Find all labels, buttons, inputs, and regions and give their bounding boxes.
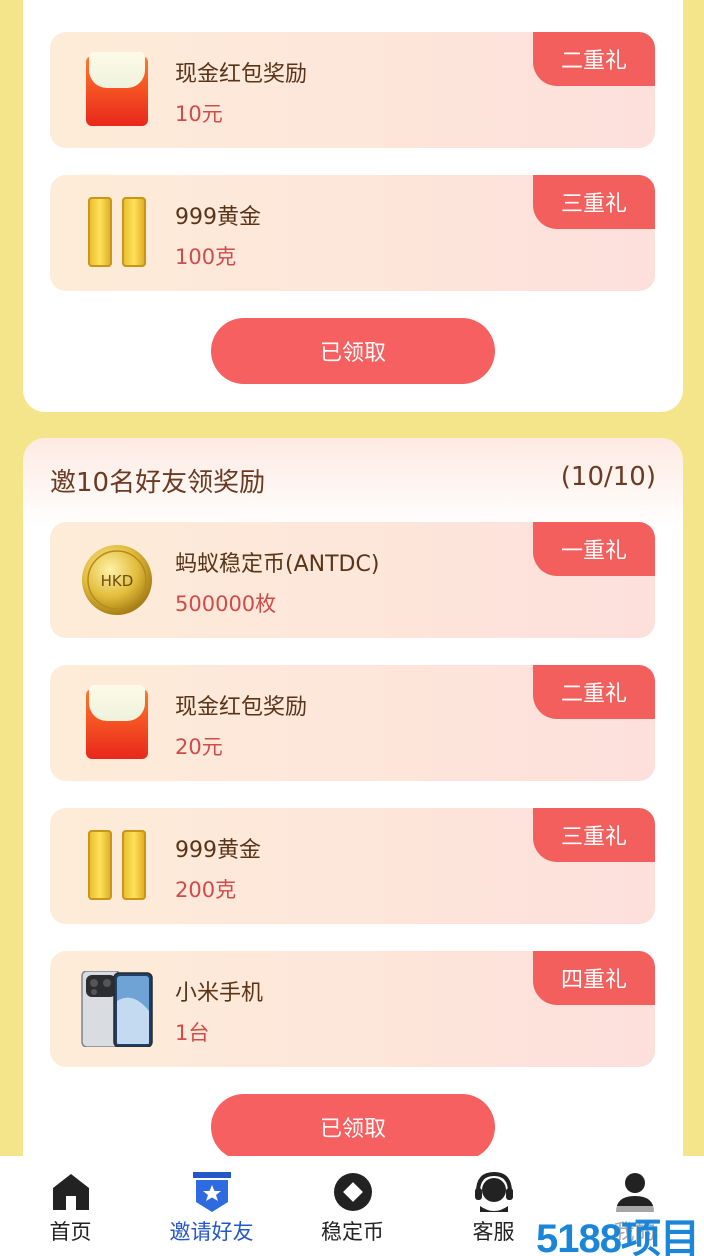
reward-name: 现金红包奖励: [175, 695, 308, 720]
reward-amount: 500000枚: [175, 592, 277, 616]
reward-amount: 100克: [175, 245, 237, 269]
reward-name: 999黄金: [175, 838, 261, 863]
gold-bar-icon: [78, 828, 156, 904]
section-progress: (10/10): [560, 462, 656, 492]
reward-amount: 20元: [175, 735, 223, 759]
section-title: 邀10名好友领奖励: [50, 468, 266, 498]
reward-item: 999黄金 100克 三重礼: [50, 175, 655, 291]
reward-item: 999黄金 200克 三重礼: [50, 808, 655, 924]
reward-tag: 一重礼: [533, 522, 655, 576]
phone-icon: [78, 971, 156, 1047]
reward-tag: 三重礼: [533, 175, 655, 229]
nav-item-home[interactable]: 首页: [0, 1156, 141, 1256]
invite-badge-icon: [190, 1170, 234, 1214]
reward-amount: 1台: [175, 1021, 210, 1045]
coin-icon: [331, 1170, 375, 1214]
nav-item-stablecoin[interactable]: 稳定币: [282, 1156, 423, 1256]
reward-amount: 10元: [175, 102, 223, 126]
reward-tag: 四重礼: [533, 951, 655, 1005]
reward-item: 现金红包奖励 10元 二重礼: [50, 32, 655, 148]
claimed-button[interactable]: 已领取: [211, 318, 495, 384]
reward-name: 999黄金: [175, 205, 261, 230]
reward-item: 小米手机 1台 四重礼: [50, 951, 655, 1067]
hkd-coin-icon: HKD: [78, 542, 156, 618]
reward-tag: 二重礼: [533, 32, 655, 86]
support-headset-icon: [472, 1170, 516, 1214]
reward-name: 蚂蚁稳定币(ANTDC): [175, 552, 380, 577]
reward-tag: 二重礼: [533, 665, 655, 719]
reward-name: 现金红包奖励: [175, 62, 308, 87]
nav-label: 首页: [49, 1220, 92, 1244]
watermark-logo: 5188项目网: [536, 1206, 704, 1256]
home-icon: [49, 1170, 93, 1214]
reward-amount: 200克: [175, 878, 237, 902]
reward-item: HKD 蚂蚁稳定币(ANTDC) 500000枚 一重礼: [50, 522, 655, 638]
nav-label: 邀请好友: [169, 1220, 254, 1244]
claimed-button[interactable]: 已领取: [211, 1094, 495, 1160]
nav-label: 稳定币: [321, 1220, 384, 1244]
gold-bar-icon: [78, 195, 156, 271]
svg-text:HKD: HKD: [101, 572, 134, 590]
red-envelope-icon: [78, 685, 156, 761]
reward-tag: 三重礼: [533, 808, 655, 862]
reward-name: 小米手机: [175, 981, 264, 1006]
red-envelope-icon: [78, 52, 156, 128]
reward-item: 现金红包奖励 20元 二重礼: [50, 665, 655, 781]
nav-item-invite[interactable]: 邀请好友: [141, 1156, 282, 1256]
